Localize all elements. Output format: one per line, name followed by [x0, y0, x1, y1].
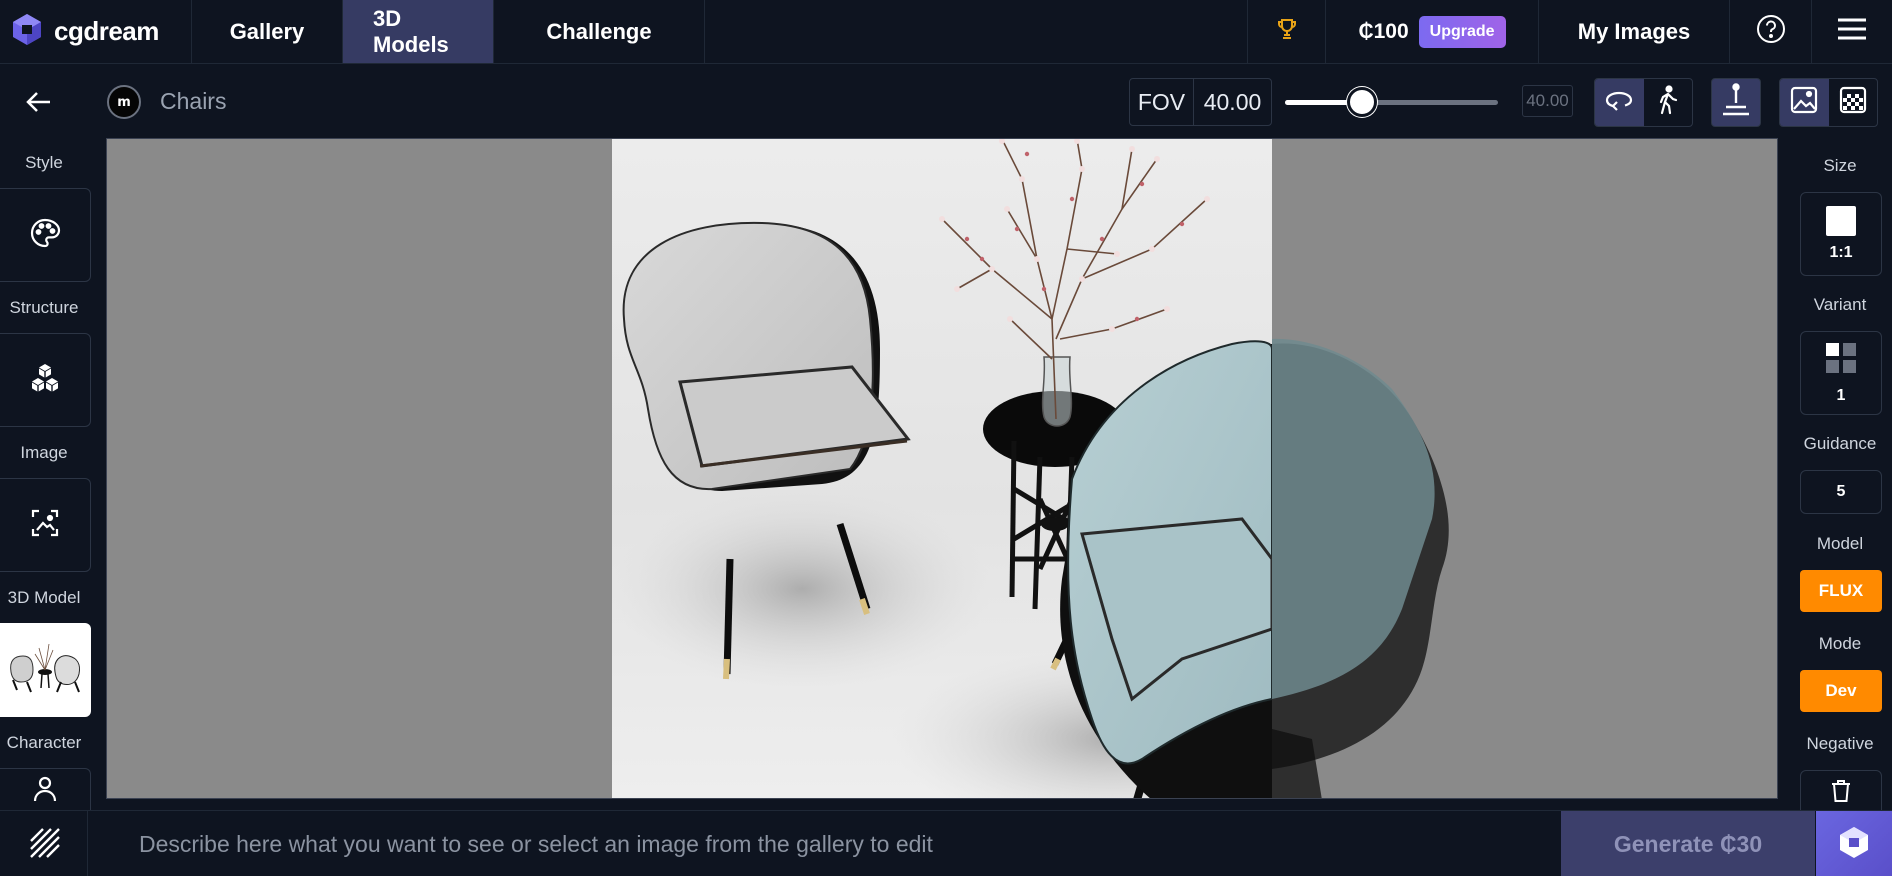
structure-card[interactable]	[0, 333, 91, 427]
style-label: Style	[25, 153, 63, 172]
brand-name: cgdream	[54, 16, 159, 46]
chairs-scene	[612, 139, 1272, 798]
hamburger-menu-icon	[1837, 17, 1867, 46]
generate-button[interactable]: Generate ₵30	[1561, 811, 1815, 876]
cubes-icon	[29, 363, 61, 398]
credits-area: ₵100 Upgrade	[1326, 0, 1539, 63]
variant-label: Variant	[1813, 295, 1867, 314]
structure-label: Structure	[9, 298, 79, 317]
character-label: Character	[6, 733, 82, 752]
upgrade-button[interactable]: Upgrade	[1418, 15, 1506, 48]
size-value: 1:1	[1829, 244, 1853, 261]
3d-model-preview	[10, 643, 80, 693]
negative-prompt-box[interactable]	[1800, 770, 1882, 810]
size-selector[interactable]: 1:1	[1800, 192, 1882, 276]
model-label: Model	[1816, 534, 1864, 553]
menu-button[interactable]	[1812, 0, 1892, 63]
arrow-left-icon	[22, 92, 56, 123]
trash-icon[interactable]	[1830, 779, 1852, 808]
character-card[interactable]	[0, 768, 91, 810]
model-title: Chairs	[160, 88, 227, 114]
palette-icon	[29, 217, 61, 254]
fov-value[interactable]: 40.00	[1194, 79, 1271, 125]
3d-model-label: 3D Model	[7, 588, 81, 607]
model-logo-icon: m	[107, 85, 141, 119]
image-label: Image	[20, 443, 68, 462]
fov-slider-readout: 40.00	[1522, 85, 1573, 117]
cube-logo-icon	[10, 12, 44, 51]
3d-viewport[interactable]	[106, 138, 1778, 799]
background-view-group	[1779, 78, 1878, 127]
prompt-input[interactable]	[106, 819, 1546, 869]
character-icon	[31, 774, 59, 807]
image-card[interactable]	[0, 478, 91, 572]
top-spacer	[705, 0, 1248, 63]
variant-selector[interactable]: 1	[1800, 331, 1882, 415]
nav-3d-models[interactable]: 3D Models	[343, 0, 494, 63]
trophy-icon	[1275, 17, 1299, 46]
orbit-icon	[1604, 87, 1634, 118]
single-view-button[interactable]	[1711, 78, 1761, 127]
credits-balance: ₵100	[1358, 19, 1409, 43]
walk-icon	[1656, 85, 1680, 120]
size-label: Size	[1823, 156, 1857, 175]
image-icon	[1790, 86, 1818, 119]
right-settings-panel: Size 1:1 Variant 1 Guidance 5 Model FLUX…	[1788, 138, 1892, 810]
variant-value: 1	[1836, 386, 1846, 404]
walk-mode-button[interactable]	[1644, 79, 1693, 126]
guidance-field[interactable]: 5	[1800, 470, 1882, 514]
cube-generate-icon	[1837, 825, 1871, 864]
prompt-options-button[interactable]	[0, 811, 88, 876]
nav-challenge[interactable]: Challenge	[494, 0, 705, 63]
help-button[interactable]	[1730, 0, 1812, 63]
chair-overflow	[1272, 338, 1449, 798]
brand[interactable]: cgdream	[0, 0, 192, 63]
camera-mode-group	[1594, 78, 1693, 127]
guidance-value: 5	[1836, 483, 1846, 500]
trophy-button[interactable]	[1248, 0, 1326, 63]
3d-model-thumbnail[interactable]	[0, 623, 91, 717]
model-selector[interactable]: FLUX	[1800, 570, 1882, 612]
mode-selector[interactable]: Dev	[1800, 670, 1882, 712]
image-view-button[interactable]	[1780, 79, 1829, 126]
left-input-panel: Style Structure Image 3D Model Character	[0, 138, 92, 810]
mode-label: Mode	[1818, 634, 1862, 653]
grid-icon	[1825, 342, 1857, 379]
orbit-mode-button[interactable]	[1595, 79, 1644, 126]
slash-pattern-icon	[28, 826, 60, 863]
my-images-button[interactable]: My Images	[1539, 0, 1730, 63]
nav-gallery[interactable]: Gallery	[192, 0, 343, 63]
style-card[interactable]	[0, 188, 91, 282]
negative-label: Negative	[1806, 734, 1874, 753]
fov-label: FOV	[1130, 79, 1194, 125]
fov-slider[interactable]	[1285, 87, 1498, 117]
image-select-icon	[30, 508, 60, 543]
square-ratio-icon	[1826, 206, 1856, 236]
fov-slider-thumb[interactable]	[1346, 87, 1377, 117]
single-view-icon	[1722, 83, 1750, 122]
render-frame[interactable]	[612, 139, 1272, 798]
transparent-background-icon	[1839, 86, 1867, 119]
help-circle-icon	[1755, 13, 1787, 50]
guidance-label: Guidance	[1803, 434, 1877, 453]
transparent-view-button[interactable]	[1829, 79, 1878, 126]
viewer-toolbar: m Chairs FOV 40.00 40.00	[0, 65, 1892, 138]
top-navigation-bar: cgdream Gallery 3D Models Challenge ₵100…	[0, 0, 1892, 64]
back-button[interactable]	[22, 85, 56, 119]
prompt-bar: Generate ₵30	[0, 810, 1892, 876]
generate-options-button[interactable]	[1816, 811, 1892, 876]
fov-field[interactable]: FOV 40.00	[1129, 78, 1272, 126]
